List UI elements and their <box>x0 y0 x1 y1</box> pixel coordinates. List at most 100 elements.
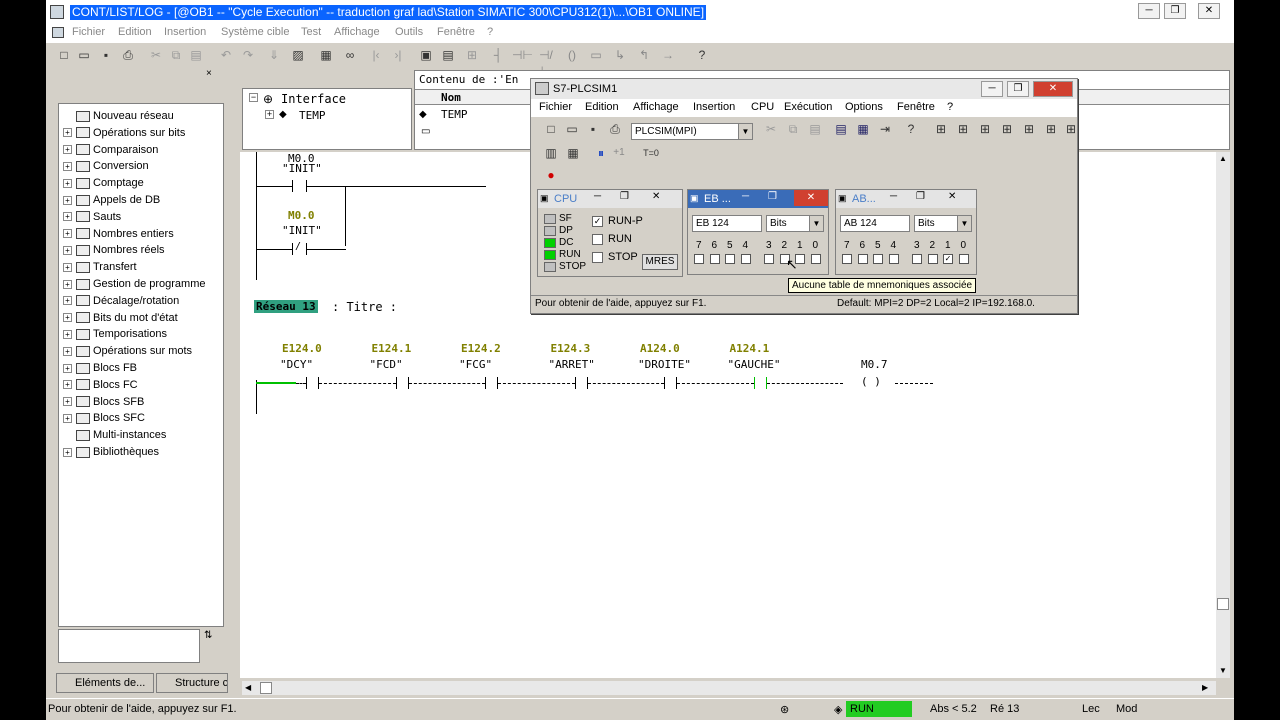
tree-item[interactable]: Nouveau réseau <box>63 110 174 126</box>
hscroll-thumb[interactable] <box>260 682 272 694</box>
plc-menu-help[interactable]: ? <box>947 101 953 113</box>
network-label[interactable]: Réseau 13 <box>254 300 318 313</box>
undo-icon[interactable]: ↶ <box>218 47 234 63</box>
plc-insert-memory-icon[interactable]: ⊞ <box>977 121 993 137</box>
plc-new-icon[interactable]: □ <box>543 121 559 137</box>
plc-next-scan-icon[interactable]: +1 <box>611 145 627 161</box>
bit-checkbox[interactable] <box>725 254 735 264</box>
expand-icon[interactable]: + <box>63 229 72 239</box>
plc-record-icon[interactable]: ● <box>543 167 559 183</box>
expand-icon[interactable]: + <box>63 178 72 188</box>
cut-icon[interactable]: ✂ <box>148 47 164 63</box>
cpu-minimize-icon[interactable]: ─ <box>594 191 601 202</box>
bit-checkbox[interactable] <box>857 254 868 264</box>
plc-menu-insertion[interactable]: Insertion <box>693 101 735 113</box>
download-icon[interactable]: ⇓ <box>266 47 282 63</box>
overview-icon[interactable]: ▣ <box>418 47 434 63</box>
plc-menu-options[interactable]: Options <box>845 101 883 113</box>
network-title[interactable]: : Titre : <box>332 300 397 314</box>
tree-item[interactable]: + Bibliothèques <box>63 446 159 462</box>
plc-insert-output-icon[interactable]: ⊞ <box>955 121 971 137</box>
tree-item[interactable]: + Blocs SFC <box>63 412 145 428</box>
bit-checkbox[interactable] <box>873 254 883 264</box>
plc-connection-select[interactable]: PLCSIM(MPI) ▼ <box>631 123 753 140</box>
plc-menu-fenetre[interactable]: Fenêtre <box>897 101 935 113</box>
scroll-down-icon[interactable]: ▼ <box>1219 666 1227 675</box>
tree-item[interactable]: + Conversion <box>63 160 149 176</box>
tree-item[interactable]: + Appels de DB <box>63 194 160 210</box>
tree-item[interactable]: + Gestion de programme <box>63 278 206 294</box>
ab-format-select[interactable]: Bits ▼ <box>914 215 972 232</box>
whats-this-help-icon[interactable]: ? <box>694 47 710 63</box>
expand-icon[interactable]: + <box>63 447 72 457</box>
minimize-button[interactable]: ─ <box>1138 3 1160 19</box>
bit-checkbox[interactable] <box>764 254 774 264</box>
plc-cascade-icon[interactable]: ▤ <box>833 121 849 137</box>
expand-icon[interactable]: + <box>63 380 72 390</box>
bit-checkbox[interactable] <box>842 254 852 264</box>
tree-item[interactable]: + Blocs FC <box>63 379 138 395</box>
expand-icon[interactable]: + <box>63 413 72 423</box>
mode-checkbox[interactable] <box>592 252 603 263</box>
eb-close-icon[interactable]: ✕ <box>794 190 828 206</box>
eb-minimize-icon[interactable]: ─ <box>742 191 749 202</box>
close-branch-icon[interactable]: ↰ <box>636 47 652 63</box>
plc-menu-execution[interactable]: Exécution <box>784 101 832 113</box>
contact-symbol-left[interactable] <box>485 377 486 389</box>
bit-checkbox[interactable] <box>888 254 899 264</box>
vscroll-thumb[interactable] <box>1217 598 1229 610</box>
cpu-close-icon[interactable]: ✕ <box>652 191 660 202</box>
no-contact-icon[interactable]: ⊣⊢ <box>512 47 533 63</box>
plc-pin-icon[interactable]: ⇥ <box>877 121 893 137</box>
expand-icon[interactable]: + <box>63 245 72 255</box>
menu-test[interactable]: Test <box>301 26 321 38</box>
expand-icon[interactable]: + <box>63 195 72 205</box>
scroll-up-icon[interactable]: ▲ <box>1219 154 1227 163</box>
expand-icon[interactable]: + <box>63 161 72 171</box>
bit-checkbox[interactable] <box>810 254 821 264</box>
expand-icon[interactable]: + <box>63 313 72 323</box>
menu-outils[interactable]: Outils <box>395 26 423 38</box>
tree-item[interactable]: + Opérations sur mots <box>63 345 192 361</box>
new-icon[interactable]: □ <box>56 47 72 63</box>
menu-affichage[interactable]: Affichage <box>334 26 380 38</box>
interface-temp[interactable]: TEMP <box>299 109 326 122</box>
eb-address-field[interactable]: EB 124 <box>692 215 762 232</box>
tree-item[interactable]: + Comparaison <box>63 144 158 160</box>
expand-icon[interactable]: + <box>265 110 274 119</box>
plc-paste-icon[interactable]: ▤ <box>807 121 823 137</box>
tree-item[interactable]: + Transfert <box>63 261 137 277</box>
print-icon[interactable]: ⎙ <box>120 47 136 63</box>
coil-icon[interactable]: () <box>564 47 580 63</box>
plc-continuous-scan-icon[interactable]: ▦ <box>565 145 581 161</box>
branch-icon[interactable]: ┤ <box>490 47 506 63</box>
plc-insert-variable-icon[interactable]: ⊞ <box>1043 121 1059 137</box>
plcsim-minimize-button[interactable]: ─ <box>981 81 1003 97</box>
bit-checkbox[interactable]: ✓ <box>943 254 953 264</box>
eb-format-select[interactable]: Bits ▼ <box>766 215 824 232</box>
menu-fichier[interactable]: Fichier <box>72 26 105 38</box>
plc-insert-counter-icon[interactable]: ⊞ <box>1021 121 1037 137</box>
expand-icon[interactable]: + <box>63 397 72 407</box>
plc-open-icon[interactable]: ▭ <box>564 121 580 137</box>
plc-menu-fichier[interactable]: Fichier <box>539 101 572 113</box>
contact-symbol-left[interactable] <box>753 377 755 389</box>
bit-checkbox[interactable] <box>709 254 720 264</box>
contact-symbol-left[interactable] <box>574 377 576 389</box>
eb-maximize-icon[interactable]: ❐ <box>768 191 777 202</box>
mode-checkbox[interactable]: ✓ <box>592 216 603 227</box>
expand-icon[interactable]: + <box>63 329 72 339</box>
redo-icon[interactable]: ↷ <box>240 47 256 63</box>
grid-icon[interactable]: ⊞ <box>464 47 480 63</box>
menu-edition[interactable]: Edition <box>118 26 152 38</box>
details-icon[interactable]: ▤ <box>440 47 456 63</box>
plc-cut-icon[interactable]: ✂ <box>763 121 779 137</box>
plc-menu-cpu[interactable]: CPU <box>751 101 774 113</box>
plc-insert-input-icon[interactable]: ⊞ <box>933 121 949 137</box>
plcsim-maximize-button[interactable]: ❐ <box>1007 81 1029 97</box>
expand-icon[interactable]: + <box>63 262 72 272</box>
plc-menu-edition[interactable]: Edition <box>585 101 619 113</box>
mres-button[interactable]: MRES <box>642 254 678 270</box>
collapse-icon[interactable]: − <box>249 93 258 102</box>
ab-close-icon[interactable]: ✕ <box>948 191 956 202</box>
